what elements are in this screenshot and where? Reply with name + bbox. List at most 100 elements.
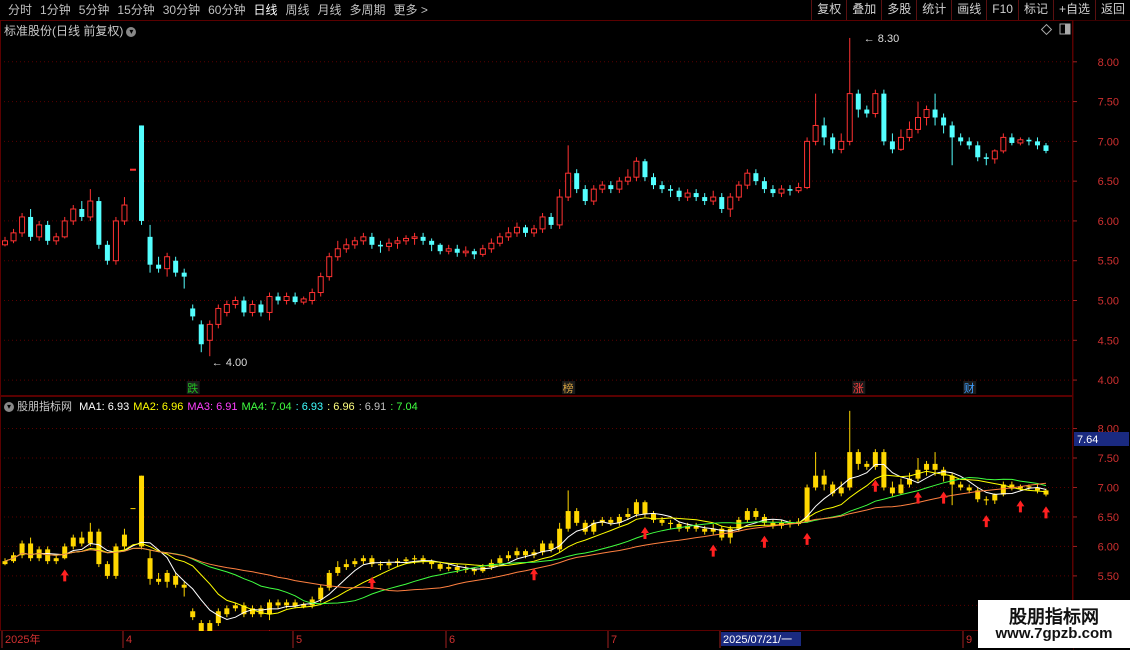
candle-body (462, 250, 469, 254)
panel-toggle-icon[interactable] (1059, 23, 1071, 35)
candle-body (846, 93, 853, 142)
indicator-bar (855, 452, 861, 464)
up-arrow-icon (640, 526, 649, 539)
candle-body (915, 117, 922, 130)
candle-body (668, 189, 674, 191)
indicator-bar (412, 558, 418, 560)
indicator-bar (838, 487, 844, 494)
candle-body (198, 324, 204, 345)
up-arrow-icon (760, 535, 769, 548)
candle-body (121, 204, 128, 222)
candle-body (19, 216, 26, 234)
candle-body (351, 240, 358, 246)
candle-body (975, 145, 981, 158)
indicator-bar (87, 531, 93, 544)
candle-body (317, 276, 324, 294)
indicator-bar (992, 494, 998, 501)
diamond-icon[interactable] (1040, 23, 1053, 36)
indicator-bar (377, 564, 383, 566)
candle-body (505, 232, 512, 238)
candle-body (539, 216, 546, 230)
indicator-bar (744, 511, 750, 520)
candle-body (565, 172, 572, 198)
candle-body (496, 236, 503, 244)
candle-body (897, 136, 904, 150)
candle-body (830, 137, 836, 150)
indicator-bar (190, 611, 196, 618)
candle-body (795, 187, 802, 192)
candle-body (1000, 136, 1007, 152)
candle-body (599, 184, 606, 190)
candle-body (787, 189, 793, 191)
candle-body (804, 140, 811, 189)
candle-body (864, 109, 870, 114)
indicator-bar (1043, 490, 1049, 495)
candle-body (889, 141, 895, 150)
candle-body (104, 244, 110, 261)
candle-body (923, 109, 930, 119)
candle-body (36, 224, 43, 238)
watermark-url: www.7gpzb.com (995, 625, 1113, 642)
indicator-bar (352, 561, 358, 565)
indicator-bar (70, 537, 76, 547)
indicator-bar (966, 487, 972, 491)
indicator-bar (139, 475, 145, 547)
indicator-bar (932, 463, 938, 470)
up-arrow-icon (1016, 500, 1025, 513)
candle-body (112, 220, 119, 262)
indicator-bar (924, 463, 930, 470)
indicator-bar (608, 519, 614, 523)
axis-label: 5.50 (1098, 256, 1119, 268)
candle-body (369, 236, 375, 245)
time-label: 9 (966, 634, 972, 646)
indicator-bar (28, 543, 34, 559)
candle-body (906, 128, 913, 138)
candle-body (488, 242, 495, 250)
candle-body (96, 201, 102, 245)
candle-body (28, 216, 34, 237)
indicator-bar (173, 575, 179, 585)
axis-label: 7.50 (1098, 97, 1119, 109)
indicator-lines (4, 464, 1047, 621)
candle-body (164, 256, 171, 270)
candle-body (10, 232, 17, 242)
candle-body (753, 173, 759, 182)
candle-body (582, 189, 588, 202)
candle-body (394, 240, 401, 244)
indicator-bar (958, 484, 964, 488)
candle-body (215, 307, 222, 325)
candle-body (79, 209, 85, 217)
indicator-bar (454, 567, 460, 570)
candle-body (1017, 139, 1024, 144)
indicator-bar (181, 584, 187, 588)
indicator-bar (1026, 486, 1032, 488)
indicator-bar (104, 564, 110, 576)
indicator-bar (53, 558, 59, 562)
candle-body (437, 244, 443, 252)
candle-body (429, 240, 435, 245)
candles (2, 37, 1049, 357)
axis-label: 5.00 (1098, 296, 1119, 308)
candle-body (181, 272, 187, 277)
candle-body (45, 224, 51, 241)
axis-label: 6.00 (1098, 541, 1119, 553)
indicator-bar (62, 546, 68, 559)
candle-body (744, 172, 751, 186)
indicator-bar (96, 531, 102, 565)
candle-body (411, 236, 418, 239)
axis-label: 4.50 (1098, 335, 1119, 347)
high-label: ← 8.30 (864, 33, 899, 45)
price-chart[interactable]: ← 8.30 ← 4.00 跌 榜 涨 财 8.00 7.50 7.00 6.50 6.00 5.5… (0, 0, 1130, 650)
indicator-bar (847, 452, 853, 488)
time-label: 2025/07/21/一 (723, 634, 792, 646)
indicator-bar (130, 508, 136, 510)
indicator-bar (625, 514, 631, 517)
candle-body (479, 248, 486, 255)
candle-body (778, 188, 785, 194)
candle-body (334, 248, 341, 258)
indicator-bar (232, 605, 238, 609)
indicator-bar (2, 561, 8, 565)
time-label: 4 (126, 634, 132, 646)
candle-body (156, 264, 162, 269)
candle-body (966, 141, 972, 146)
